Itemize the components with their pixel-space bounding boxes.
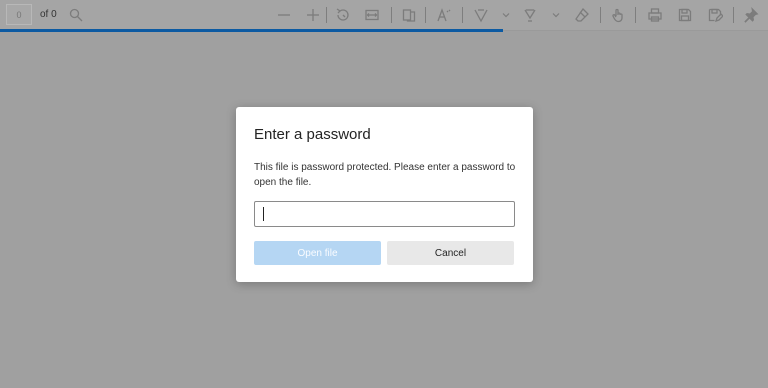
- toolbar-divider: [733, 7, 734, 23]
- toolbar-divider: [462, 7, 463, 23]
- pin-icon[interactable]: [743, 7, 759, 23]
- zoom-out-icon[interactable]: [276, 7, 292, 23]
- save-as-icon[interactable]: [707, 7, 723, 23]
- draw-icon[interactable]: [473, 7, 489, 23]
- toolbar-divider: [425, 7, 426, 23]
- toolbar-divider: [391, 7, 392, 23]
- chevron-down-icon[interactable]: [502, 11, 510, 19]
- chevron-down-icon[interactable]: [552, 11, 560, 19]
- cancel-button[interactable]: Cancel: [387, 241, 514, 265]
- search-icon[interactable]: [68, 7, 84, 23]
- page-count-label: of 0: [40, 9, 57, 20]
- page-number-input[interactable]: 0: [6, 4, 32, 25]
- print-icon[interactable]: [647, 7, 663, 23]
- open-file-button[interactable]: Open file: [254, 241, 381, 265]
- fit-page-icon[interactable]: [364, 7, 380, 23]
- save-icon[interactable]: [677, 7, 693, 23]
- erase-icon[interactable]: [574, 7, 590, 23]
- text-caret: [263, 207, 264, 221]
- touch-icon[interactable]: [610, 7, 626, 23]
- read-aloud-icon[interactable]: [436, 7, 452, 23]
- loading-progress-bar: [0, 29, 504, 32]
- dialog-title: Enter a password: [254, 126, 371, 143]
- page-view-icon[interactable]: [401, 7, 417, 23]
- pdf-toolbar: 0 of 0: [0, 0, 768, 31]
- toolbar-divider: [600, 7, 601, 23]
- dialog-message: This file is password protected. Please …: [254, 162, 516, 188]
- zoom-in-icon[interactable]: [305, 7, 321, 23]
- password-input[interactable]: [254, 201, 515, 227]
- password-dialog: Enter a password This file is password p…: [236, 107, 533, 282]
- toolbar-divider: [635, 7, 636, 23]
- toolbar-divider: [326, 7, 327, 23]
- rotate-icon[interactable]: [335, 7, 351, 23]
- highlight-icon[interactable]: [522, 7, 538, 23]
